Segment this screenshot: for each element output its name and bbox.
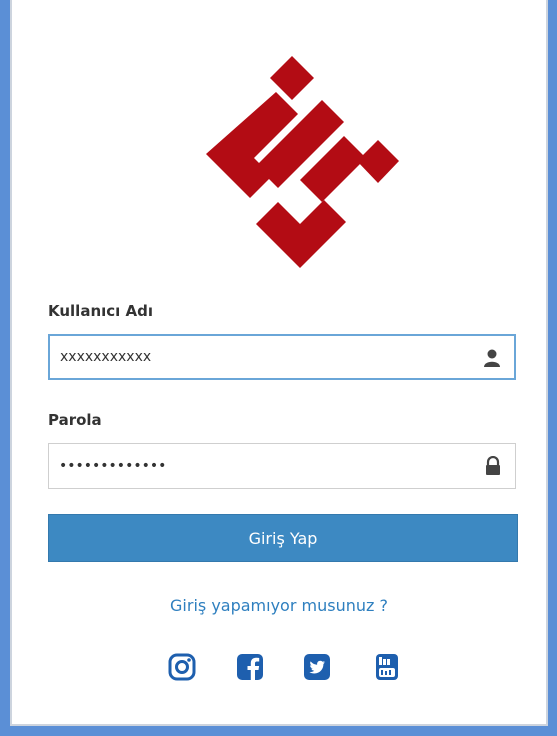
password-input[interactable] xyxy=(49,444,469,488)
facebook-icon[interactable] xyxy=(236,653,264,681)
password-field[interactable] xyxy=(48,443,516,489)
login-button[interactable]: Giriş Yap xyxy=(48,514,518,562)
twitter-icon[interactable] xyxy=(303,653,331,681)
username-label: Kullanıcı Adı xyxy=(48,302,154,320)
username-field[interactable] xyxy=(48,334,516,380)
logo-bottom-chevron xyxy=(256,200,346,268)
lock-icon xyxy=(486,456,500,475)
instagram-icon[interactable] xyxy=(168,653,196,681)
username-input[interactable] xyxy=(50,336,470,378)
brand-logo xyxy=(206,56,399,268)
login-panel: Kullanıcı Adı Parola Giriş Yap Giriş yap… xyxy=(10,0,548,726)
youtube-icon[interactable] xyxy=(373,653,401,681)
help-link[interactable]: Giriş yapamıyor musunuz ? xyxy=(12,596,546,615)
user-icon xyxy=(484,349,500,367)
logo-right-square xyxy=(357,140,399,183)
password-label: Parola xyxy=(48,411,102,429)
